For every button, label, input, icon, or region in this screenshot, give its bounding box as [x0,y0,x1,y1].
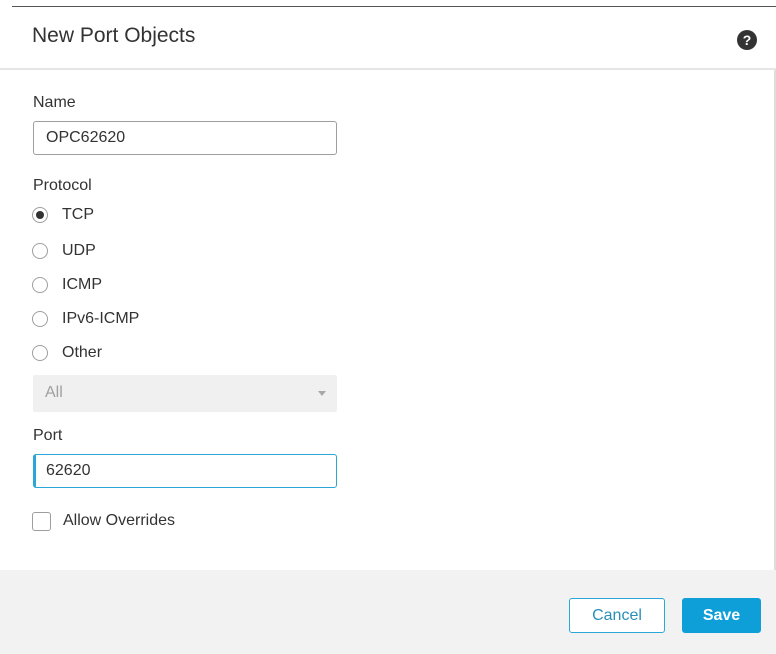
protocol-option-udp[interactable]: UDP [32,240,96,262]
radio-label-icmp: ICMP [62,276,102,293]
allow-overrides-checkbox[interactable] [32,511,51,531]
save-button[interactable]: Save [682,598,761,633]
radio-udp[interactable] [32,243,48,259]
question-mark-icon[interactable]: ? [737,30,757,50]
protocol-option-other[interactable]: Other [32,342,102,364]
allow-overrides-label: Allow Overrides [63,512,176,529]
radio-icmp[interactable] [32,277,48,293]
name-input[interactable] [33,121,337,155]
port-input[interactable] [33,454,337,488]
protocol-option-ipv6-icmp[interactable]: IPv6-ICMP [32,308,139,330]
dialog-header: New Port Objects ? [0,7,776,70]
radio-ipv6-icmp[interactable] [32,311,48,327]
name-label: Name [33,94,76,111]
radio-label-tcp: TCP [62,206,94,223]
protocol-option-icmp[interactable]: ICMP [32,274,102,296]
radio-label-ipv6-icmp: IPv6-ICMP [62,310,140,327]
port-label: Port [33,427,63,444]
other-protocol-select: All [33,375,337,412]
other-protocol-select-value: All [45,384,63,401]
allow-overrides-option[interactable]: Allow Overrides [32,509,175,533]
dialog-title: New Port Objects [32,24,196,47]
radio-other[interactable] [32,345,48,361]
cancel-button[interactable]: Cancel [569,598,665,633]
chevron-down-icon [318,391,326,396]
new-port-objects-dialog: New Port Objects ? Name Protocol TCP UDP… [0,0,776,654]
radio-label-other: Other [62,344,103,361]
dialog-footer: Cancel Save [0,570,776,654]
radio-tcp[interactable] [32,207,48,223]
protocol-label: Protocol [33,177,92,194]
radio-label-udp: UDP [62,242,96,259]
protocol-option-tcp[interactable]: TCP [32,204,94,226]
